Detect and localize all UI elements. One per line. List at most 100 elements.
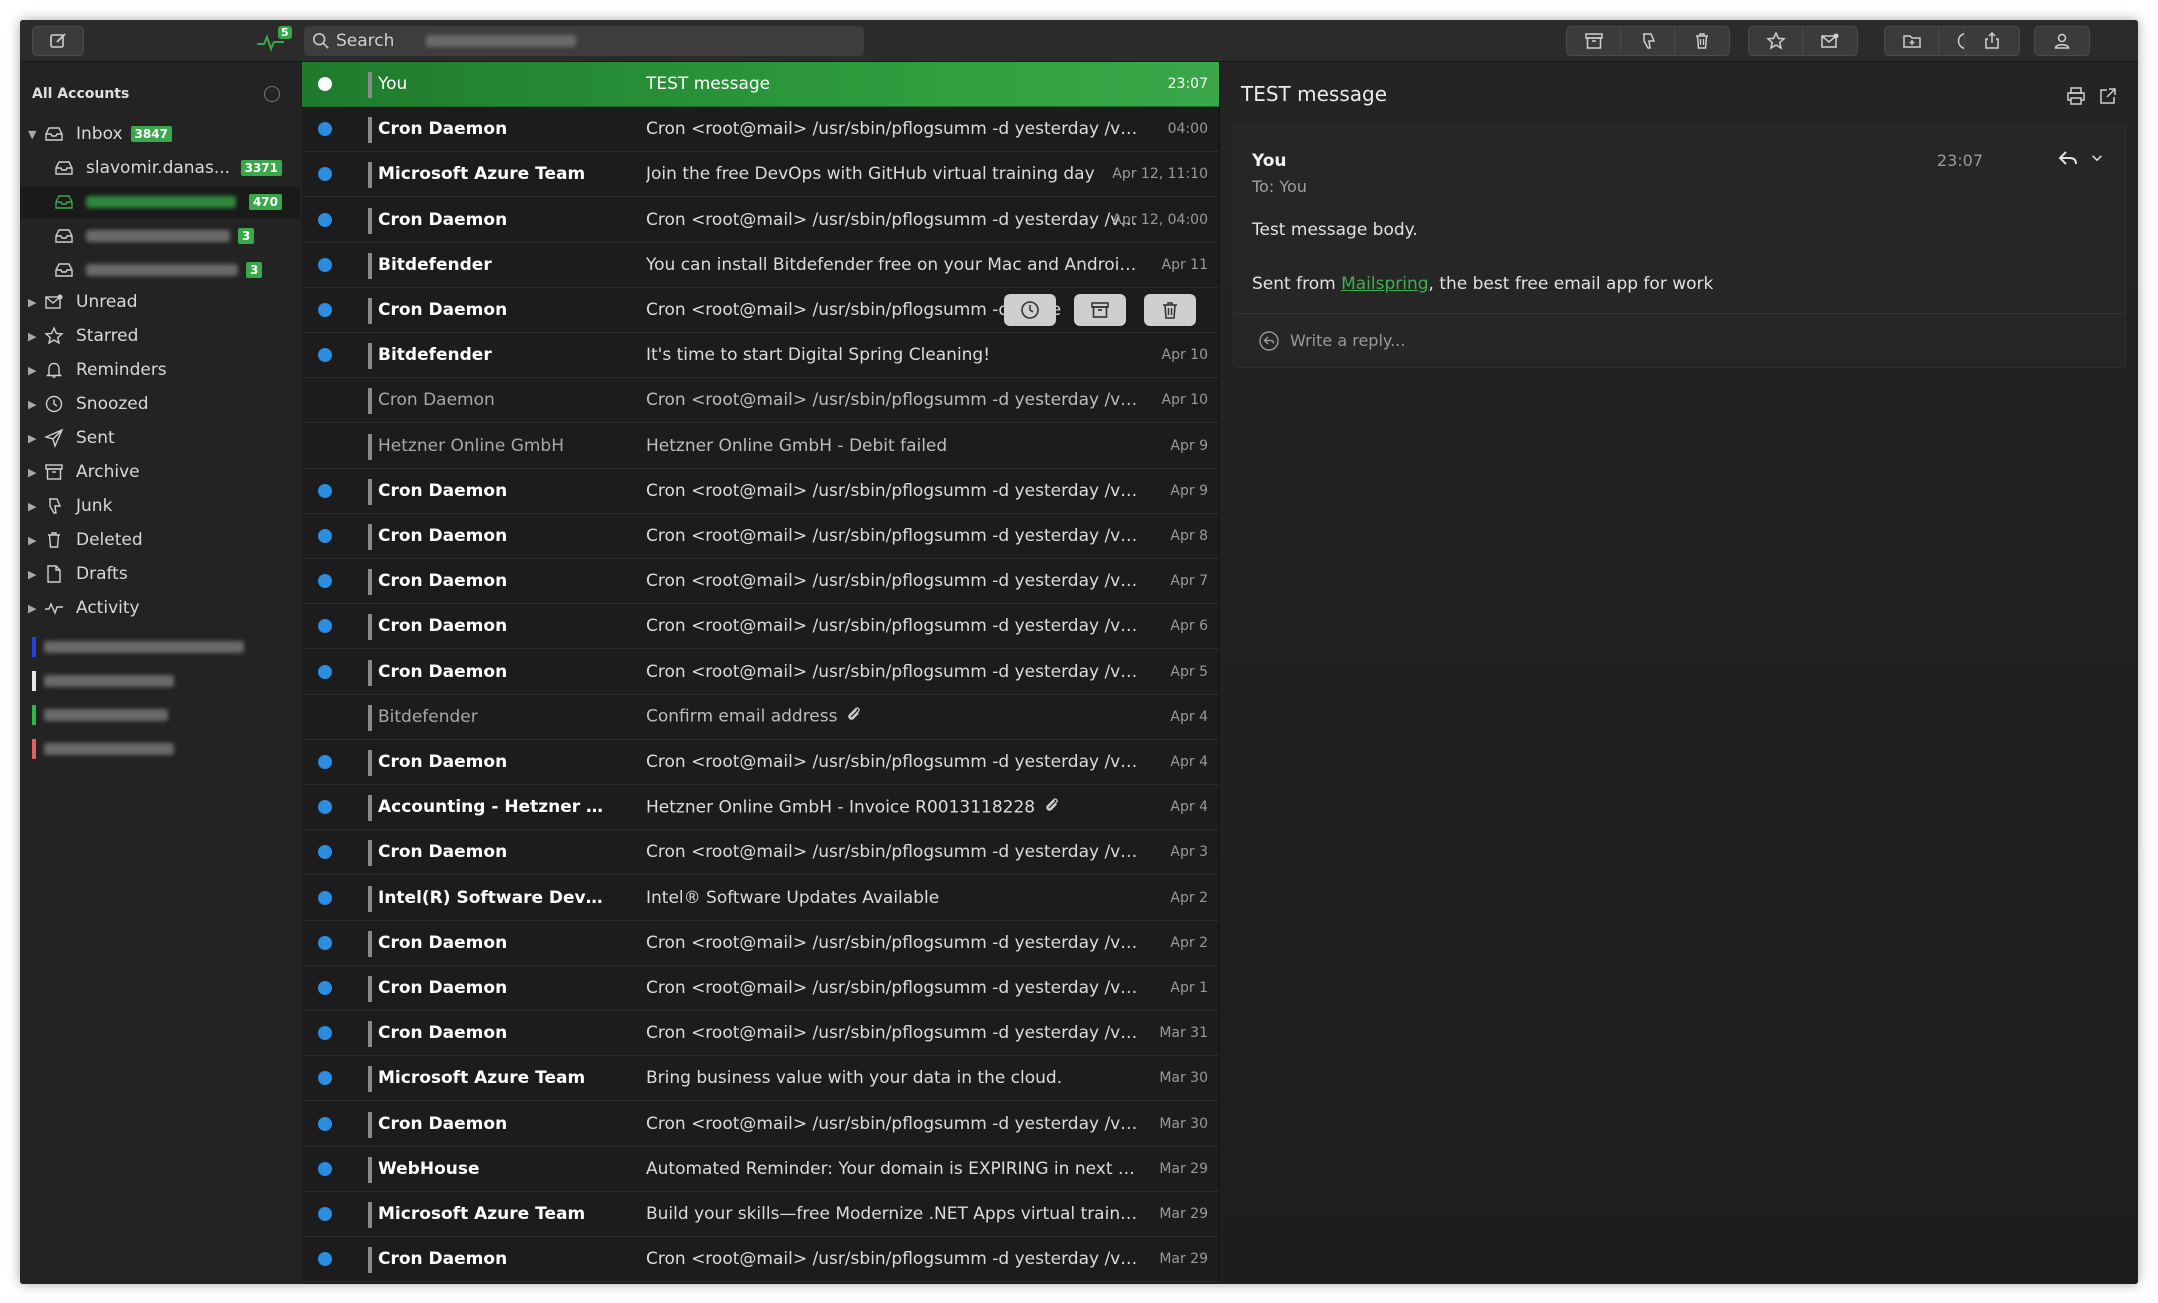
expand-arrow-icon[interactable]: ▶ [28,296,38,309]
unread-dot-icon[interactable] [318,800,332,815]
unread-dot-icon[interactable] [318,483,332,498]
unread-dot-icon[interactable] [318,122,332,137]
sidebar-item-starred[interactable]: ▶ Starred [20,320,300,352]
sidebar-item-account-1[interactable]: slavomir.danas... 3371 [20,152,300,184]
unread-dot-icon[interactable] [318,303,332,317]
unread-dot-icon[interactable] [318,619,332,634]
sidebar-label-1[interactable] [32,636,244,658]
message-row[interactable]: Microsoft Azure Team Join the free DevOps… [302,152,1219,198]
message-row[interactable]: Microsoft Azure Team Build your skills—fr… [302,1192,1219,1237]
message-row[interactable]: Hetzner Online GmbH Hetzner Online GmbH -… [302,424,1219,469]
sidebar-item-sent[interactable]: ▶ Sent [20,422,300,454]
row-snooze-button[interactable] [1004,294,1056,326]
unread-dot-icon[interactable] [318,167,332,182]
unread-dot-icon[interactable] [318,77,332,91]
unread-dot-icon[interactable] [318,1071,332,1086]
account-button[interactable] [2034,26,2090,56]
sidebar-label-3[interactable] [32,704,168,726]
message-row[interactable]: Bitdefender You can install Bitdefender f… [302,243,1219,288]
sidebar-item-reminders[interactable]: ▶ Reminders [20,354,300,386]
unread-dot-icon[interactable] [318,664,332,679]
search-bar[interactable] [304,26,864,56]
unread-dot-icon[interactable] [318,1026,332,1041]
popout-icon[interactable] [2098,86,2118,106]
message-row[interactable]: Cron Daemon Cron <root@mail> /usr/sbin/pf… [302,830,1219,876]
message-row[interactable]: Cron Daemon Cron <root@mail> /usr/sbin/pf… [302,559,1219,605]
junk-button[interactable] [1621,27,1675,55]
star-button[interactable] [1749,27,1803,55]
expand-arrow-icon[interactable]: ▶ [28,500,38,513]
unread-dot-icon[interactable] [318,212,332,227]
unread-dot-icon[interactable] [318,755,332,769]
message-row[interactable]: Microsoft Azure Team Bring business value… [302,1056,1219,1102]
sidebar-item-account-3[interactable]: 3 [20,220,300,252]
message-row[interactable]: Cron Daemon Cron <root@mail> /usr/sbin/pf… [302,469,1219,514]
print-icon[interactable] [2066,86,2086,106]
sidebar-item-account-4[interactable]: 3 [20,254,300,286]
expand-arrow-icon[interactable]: ▶ [28,330,38,343]
unread-dot-icon[interactable] [318,1207,332,1221]
message-row[interactable]: WebHouse Automated Reminder: Your domain … [302,1147,1219,1192]
unread-dot-icon[interactable] [318,348,332,363]
message-sender[interactable]: You [1252,151,1287,171]
message-row[interactable]: Cron Daemon Cron <root@mail> /usr/sbin/pf… [302,378,1219,424]
message-row[interactable]: Cron Daemon Cron <root@mail> /usr/sbin/pf… [302,921,1219,966]
message-row[interactable]: Cron Daemon Cron <root@mail> /usr/sbin/pf… [302,1011,1219,1057]
trash-button[interactable] [1675,27,1729,55]
sidebar-item-drafts[interactable]: ▶ Drafts [20,558,300,590]
sidebar-item-archive[interactable]: ▶ Archive [20,456,300,488]
mailspring-link[interactable]: Mailspring [1341,274,1428,294]
message-row[interactable]: Cron Daemon Cron <root@mail> /usr/sbin/pf… [302,288,1219,333]
unread-dot-icon[interactable] [318,574,332,589]
sidebar-label-2[interactable] [32,670,174,692]
message-row[interactable]: Cron Daemon Cron <root@mail> /usr/sbin/pf… [302,650,1219,695]
message-row[interactable]: Bitdefender It's time to start Digital Sp… [302,333,1219,379]
unread-dot-icon[interactable] [318,1116,332,1131]
expand-arrow-icon[interactable]: ▶ [28,364,38,377]
sidebar-item-junk[interactable]: ▶ Junk [20,490,300,522]
compose-button[interactable] [32,26,84,56]
unread-dot-icon[interactable] [318,1252,332,1267]
collapse-arrow-icon[interactable]: ▼ [28,128,38,141]
unread-dot-icon[interactable] [318,1161,332,1176]
expand-arrow-icon[interactable]: ▶ [28,568,38,581]
message-row[interactable]: Cron Daemon Cron <root@mail> /usr/sbin/pf… [302,604,1219,650]
message-row[interactable]: Cron Daemon Cron <root@mail> /usr/sbin/pf… [302,514,1219,559]
message-row[interactable]: Intel(R) Software Develop... Intel® Softw… [302,876,1219,921]
unread-dot-icon[interactable] [318,529,332,543]
unread-dot-icon[interactable] [318,890,332,905]
message-row[interactable]: Cron Daemon Cron <root@mail> /usr/sbin/pf… [302,966,1219,1011]
row-trash-button[interactable] [1144,294,1196,326]
message-row[interactable]: Bitdefender Confirm email address Apr 4 [302,695,1219,740]
row-archive-button[interactable] [1074,294,1126,326]
activity-indicator[interactable]: 5 [256,26,296,56]
unread-dot-icon[interactable] [318,257,332,272]
select-all-icon[interactable] [264,86,280,102]
unread-dot-icon[interactable] [318,845,332,860]
sidebar-item-unread[interactable]: ▶ Unread [20,286,300,318]
sidebar-item-snoozed[interactable]: ▶ Snoozed [20,388,300,420]
expand-arrow-icon[interactable]: ▶ [28,398,38,411]
sidebar-label-4[interactable] [32,738,174,760]
expand-arrow-icon[interactable]: ▶ [28,432,38,445]
expand-arrow-icon[interactable]: ▶ [28,466,38,479]
message-row[interactable]: Cron Daemon Cron <root@mail> /usr/sbin/pf… [302,198,1219,243]
expand-arrow-icon[interactable]: ▶ [28,534,38,547]
sidebar-item-inbox[interactable]: ▼ Inbox 3847 [20,118,300,150]
quick-reply-bar[interactable]: Write a reply... [1234,313,2125,367]
mark-unread-button[interactable] [1803,27,1857,55]
unread-dot-icon[interactable] [318,981,332,995]
sidebar-item-deleted[interactable]: ▶ Deleted [20,524,300,556]
reply-icon[interactable] [2057,147,2079,169]
message-row[interactable]: Accounting - Hetzner Onli... Hetzner Onli… [302,785,1219,831]
chevron-down-icon[interactable] [2089,150,2105,166]
sidebar-item-account-2[interactable]: 470 [20,186,300,218]
move-folder-button[interactable] [1885,27,1939,55]
archive-button[interactable] [1567,27,1621,55]
expand-arrow-icon[interactable]: ▶ [28,602,38,615]
message-row[interactable]: Cron Daemon Cron <root@mail> /usr/sbin/pf… [302,740,1219,785]
message-row[interactable]: Cron Daemon Cron <root@mail> /usr/sbin/pf… [302,1102,1219,1147]
message-row[interactable]: Cron Daemon Cron <root@mail> /usr/sbin/pf… [302,107,1219,153]
search-input[interactable] [336,31,426,51]
share-button[interactable] [1964,26,2020,56]
